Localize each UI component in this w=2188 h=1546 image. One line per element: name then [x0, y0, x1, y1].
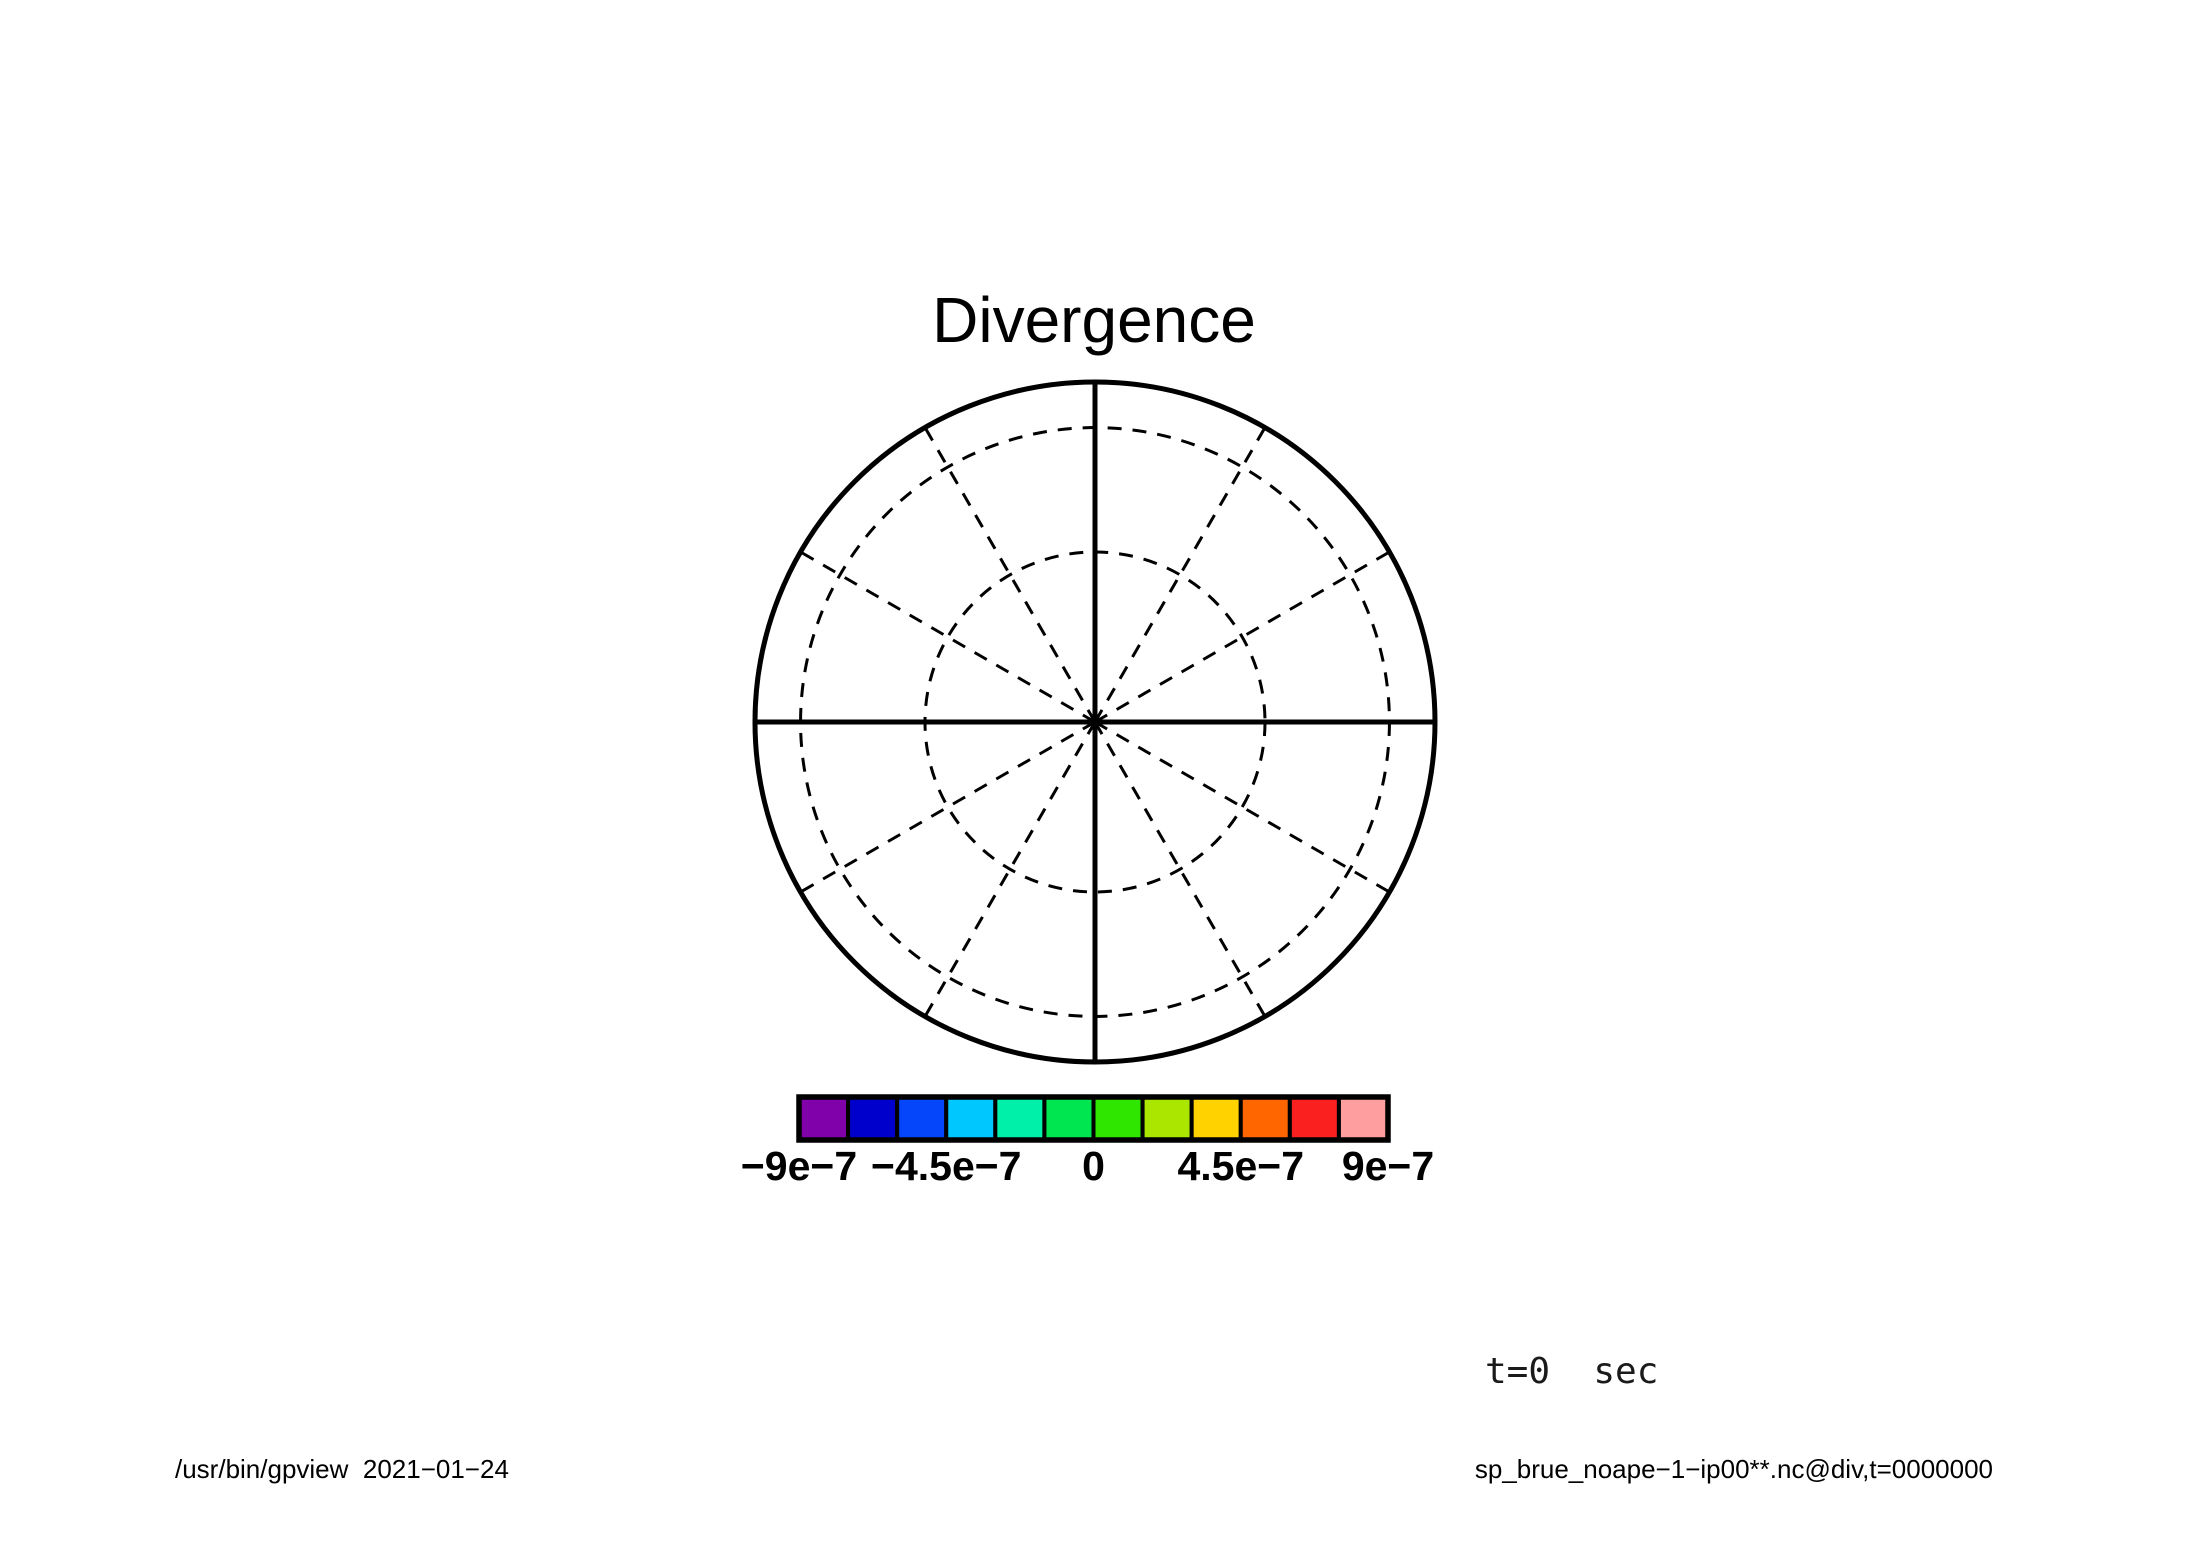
meridian-dashed [801, 552, 1095, 722]
colorbar-cell [1290, 1097, 1339, 1140]
footer-source-file: sp_brue_noape−1−ip00**.nc@div,t=0000000 [1475, 1454, 1993, 1484]
meridian-dashed [1095, 428, 1265, 722]
colorbar-tick-label: 0 [1082, 1143, 1105, 1189]
meridian-dashed [801, 722, 1095, 892]
colorbar-cell [946, 1097, 995, 1140]
colorbar-tick-label: 9e−7 [1342, 1143, 1434, 1189]
footer-program-date: /usr/bin/gpview 2021−01−24 [175, 1454, 509, 1484]
meridian-dashed [1095, 722, 1389, 892]
colorbar-cell [1094, 1097, 1143, 1140]
colorbar-tick-label: 4.5e−7 [1177, 1143, 1304, 1189]
colorbar-cell [1241, 1097, 1290, 1140]
colorbar-cell [848, 1097, 897, 1140]
colorbar-cell [1339, 1097, 1388, 1140]
plot-page: Divergence −9e−7 −4.5e−7 0 4.5e−7 9e−7 t=0 s… [0, 0, 2188, 1546]
polar-grid [755, 382, 1435, 1062]
colorbar-cell [897, 1097, 946, 1140]
colorbar: −9e−7 −4.5e−7 0 4.5e−7 9e−7 [741, 1097, 1434, 1189]
plot-title: Divergence [932, 284, 1256, 356]
colorbar-cell [1143, 1097, 1192, 1140]
divergence-plot-canvas: Divergence −9e−7 −4.5e−7 0 4.5e−7 9e−7 t=0 s… [0, 0, 2188, 1546]
colorbar-tick-label: −9e−7 [741, 1143, 857, 1189]
colorbar-cell [799, 1097, 848, 1140]
colorbar-tick-label: −4.5e−7 [871, 1143, 1022, 1189]
colorbar-cell [1044, 1097, 1093, 1140]
colorbar-cell [995, 1097, 1044, 1140]
time-annotation: t=0 sec [1485, 1351, 1658, 1392]
colorbar-cell [1192, 1097, 1241, 1140]
